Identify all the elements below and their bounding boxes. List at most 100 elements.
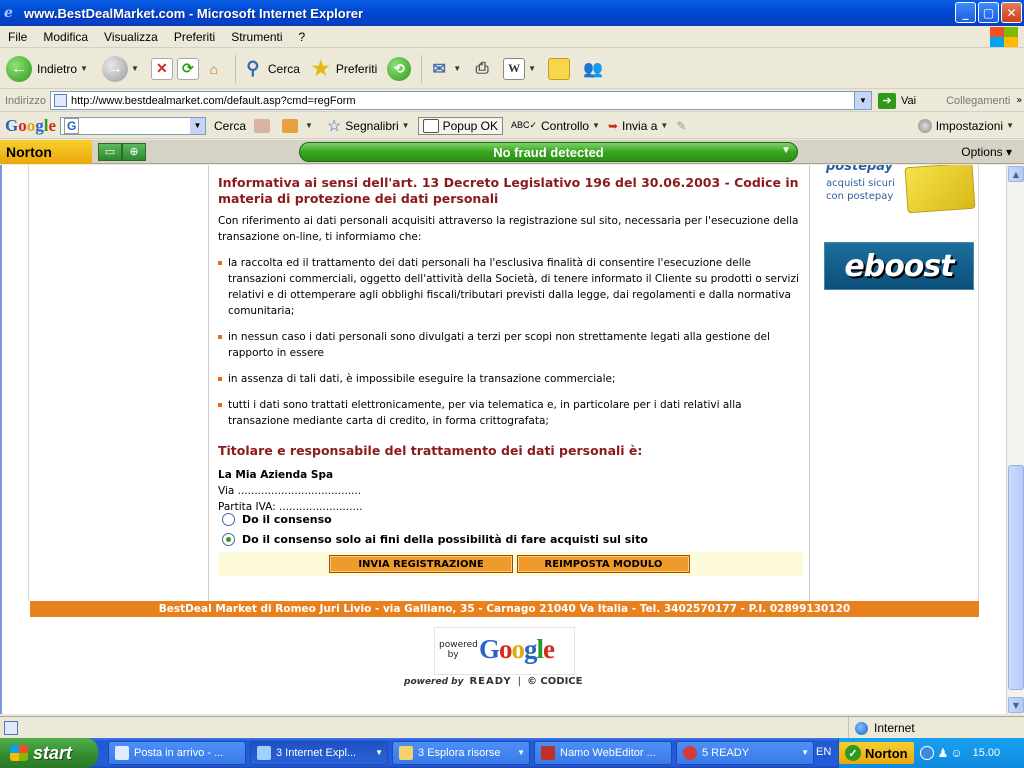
spellcheck-button[interactable]: ABC✓ Controllo ▼: [511, 119, 600, 133]
menu-help[interactable]: ?: [291, 30, 314, 44]
eboost-banner[interactable]: eboost: [824, 242, 974, 290]
menu-modifica[interactable]: Modifica: [35, 30, 96, 44]
search-icon: ⚲: [246, 58, 260, 78]
messenger-button[interactable]: 👥: [582, 58, 604, 80]
word-icon: W: [503, 57, 526, 80]
chevron-down-icon[interactable]: ▼: [131, 64, 139, 73]
discuss-button[interactable]: [548, 57, 571, 80]
edit-button[interactable]: W ▼: [503, 57, 536, 80]
ready-logo[interactable]: READY: [469, 676, 511, 687]
chevron-down-icon[interactable]: ▼: [453, 64, 461, 73]
tray-expand-icon[interactable]: [919, 746, 934, 760]
eboost-logo: eboost: [844, 248, 954, 284]
highlight-button[interactable]: ✎: [676, 119, 686, 133]
address-input[interactable]: http://www.bestdealmarket.com/default.as…: [49, 91, 872, 110]
settings-icon: [917, 118, 932, 133]
consent-limited-radio[interactable]: [222, 532, 235, 546]
start-button[interactable]: start: [0, 738, 98, 768]
page-viewport: postepay acquisti sicuri con postepay eb…: [0, 165, 1006, 714]
consent-full-option[interactable]: Do il consenso: [222, 509, 648, 529]
tray-messenger-icon[interactable]: ☺: [950, 746, 962, 760]
links-button[interactable]: Collegamenti: [946, 95, 1010, 107]
page-icon: [53, 94, 67, 107]
norton-options-button[interactable]: Options ▾: [961, 145, 1012, 159]
tray-norton[interactable]: ✓ Norton: [839, 742, 914, 764]
chevron-down-icon[interactable]: ▼: [592, 121, 600, 130]
chevron-down-icon[interactable]: ▼: [660, 121, 668, 130]
chevron-down-icon[interactable]: ▼: [528, 64, 536, 73]
submit-registration-button[interactable]: INVIA REGISTRAZIONE: [329, 555, 513, 573]
task-internet-explorer[interactable]: 3 Internet Expl... ▼: [250, 741, 388, 765]
maximize-button[interactable]: ▢: [978, 2, 999, 23]
chevron-down-icon: ▼: [801, 748, 809, 757]
controller-heading: Titolare e responsabile del trattamento …: [218, 443, 643, 458]
chevron-down-icon[interactable]: ▼: [853, 92, 871, 109]
privacy-notice: Informativa ai sensi dell'art. 13 Decret…: [218, 175, 803, 515]
reset-form-button[interactable]: REIMPOSTA MODULO: [517, 555, 690, 573]
google-search-button[interactable]: Cerca: [214, 119, 246, 133]
scroll-up-icon[interactable]: ▲: [1008, 166, 1024, 182]
print-button[interactable]: ⎙: [471, 58, 493, 80]
refresh-icon: ⟳: [176, 57, 199, 80]
settings-button[interactable]: Impostazioni ▼: [917, 118, 1014, 133]
go-button[interactable]: ➔ Vai: [877, 92, 916, 109]
list-item: in nessun caso i dati personali sono div…: [218, 329, 803, 361]
consent-limited-option[interactable]: Do il consenso solo ai fini della possib…: [222, 529, 648, 549]
chevron-down-icon[interactable]: ▼: [781, 145, 791, 156]
fraud-status-bar[interactable]: No fraud detected ▼: [299, 142, 798, 162]
pagerank-icon: [282, 118, 299, 133]
task-namo-webeditor[interactable]: Namo WebEditor ...: [534, 741, 672, 765]
stop-button[interactable]: ✕: [150, 57, 173, 80]
scroll-thumb[interactable]: [1008, 465, 1024, 690]
send-to-button[interactable]: ➥ Invia a ▼: [608, 119, 668, 133]
bookmarks-button[interactable]: ☆ Segnalibri ▼: [327, 116, 410, 136]
taskbar: start Posta in arrivo - ... 3 Internet E…: [0, 738, 1024, 768]
back-button[interactable]: ← Indietro ▼: [6, 55, 88, 82]
google-pagerank-button[interactable]: ▼: [282, 118, 313, 133]
codice-logo[interactable]: © CODICE: [527, 676, 583, 687]
language-indicator[interactable]: EN: [816, 746, 831, 758]
task-outlook[interactable]: Posta in arrivo - ...: [108, 741, 246, 765]
menu-preferiti[interactable]: Preferiti: [166, 30, 223, 44]
scroll-down-icon[interactable]: ▼: [1008, 697, 1024, 713]
globe-icon[interactable]: ⊕: [122, 142, 146, 161]
chevron-down-icon[interactable]: ▼: [1006, 121, 1014, 130]
search-button[interactable]: ⚲ Cerca: [242, 58, 300, 80]
address-bar: Indirizzo http://www.bestdealmarket.com/…: [0, 90, 1024, 112]
favorites-button[interactable]: ★ Preferiti: [310, 58, 377, 80]
chevron-right-icon[interactable]: »: [1016, 95, 1022, 106]
stop-icon: ✕: [150, 57, 173, 80]
powered-by-ready: powered by READY | © CODICE: [404, 676, 582, 687]
forward-button[interactable]: → ▼: [101, 55, 139, 82]
google-search-input[interactable]: G ▼: [60, 116, 207, 135]
google-logo[interactable]: Google: [5, 116, 56, 136]
windows-logo-icon: [990, 27, 1018, 47]
monitor-icon[interactable]: ▭: [98, 142, 122, 161]
norton-logo[interactable]: Norton: [0, 139, 92, 164]
postepay-banner[interactable]: postepay acquisti sicuri con postepay: [824, 165, 976, 215]
task-ready[interactable]: 5 READY ▼: [676, 741, 814, 765]
tray-user-icon[interactable]: ♟: [938, 746, 949, 760]
history-button[interactable]: ⟲: [387, 56, 412, 81]
notice-heading: Informativa ai sensi dell'art. 13 Decret…: [218, 175, 799, 206]
chevron-down-icon[interactable]: ▼: [190, 117, 206, 134]
menu-file[interactable]: File: [0, 30, 35, 44]
chevron-down-icon[interactable]: ▼: [305, 121, 313, 130]
chevron-down-icon[interactable]: ▼: [80, 64, 88, 73]
powered-by-google-badge[interactable]: powered by Google: [434, 627, 575, 675]
vertical-scrollbar[interactable]: ▲ ▼: [1006, 165, 1024, 714]
google-news-button[interactable]: [254, 118, 274, 133]
chevron-down-icon: ▼: [517, 748, 525, 757]
chevron-down-icon[interactable]: ▼: [402, 121, 410, 130]
close-button[interactable]: ✕: [1001, 2, 1022, 23]
messenger-icon: 👥: [583, 60, 604, 78]
task-explorer[interactable]: 3 Esplora risorse ▼: [392, 741, 530, 765]
mail-button[interactable]: ✉ ▼: [428, 58, 462, 80]
menu-visualizza[interactable]: Visualizza: [96, 30, 166, 44]
refresh-button[interactable]: ⟳: [176, 57, 199, 80]
popup-blocker-button[interactable]: Popup OK: [417, 116, 503, 135]
consent-full-radio[interactable]: [222, 512, 235, 526]
minimize-button[interactable]: _: [955, 2, 976, 23]
menu-strumenti[interactable]: Strumenti: [223, 30, 290, 44]
home-button[interactable]: ⌂: [203, 58, 225, 80]
